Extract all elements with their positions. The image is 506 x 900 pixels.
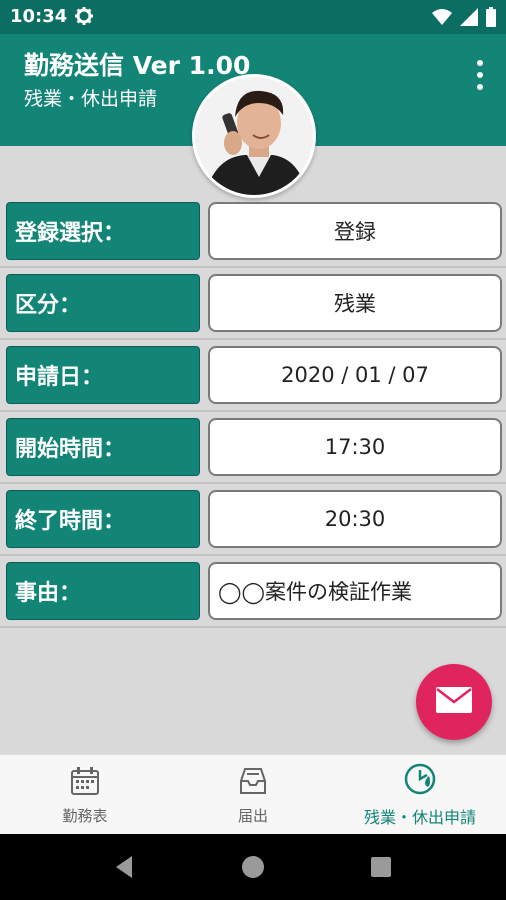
nav-label: 届出 — [237, 806, 268, 825]
row-label: 区分： — [6, 274, 200, 332]
row-start-time: 開始時間： 17:30 — [0, 412, 506, 484]
status-time: 10:34 — [10, 6, 68, 27]
bottom-navigation: 勤務表 届出 残業・休出申請 — [0, 754, 506, 834]
row-label: 終了時間： — [6, 490, 200, 548]
row-reason: 事由： ◯◯案件の検証作業 — [0, 556, 506, 628]
avatar — [192, 74, 316, 198]
gear-icon — [74, 6, 94, 26]
home-icon[interactable] — [238, 852, 268, 882]
registration-select-field[interactable]: 登録 — [208, 202, 502, 260]
row-label: 申請日： — [6, 346, 200, 404]
back-icon[interactable] — [110, 852, 140, 882]
status-bar: 10:34 — [0, 0, 506, 34]
reason-field[interactable]: ◯◯案件の検証作業 — [208, 562, 502, 620]
send-mail-button[interactable] — [416, 664, 492, 740]
calendar-icon — [69, 765, 101, 801]
recents-icon[interactable] — [366, 852, 396, 882]
nav-item-overtime-request[interactable]: 残業・休出申請 — [340, 755, 500, 835]
row-category: 区分： 残業 — [0, 268, 506, 340]
app-title: 勤務送信 Ver 1.00 — [24, 51, 251, 80]
inbox-icon — [237, 765, 269, 801]
start-time-field[interactable]: 17:30 — [208, 418, 502, 476]
signal-icon — [460, 8, 478, 30]
nav-item-timesheet[interactable]: 勤務表 — [30, 755, 140, 835]
end-time-field[interactable]: 20:30 — [208, 490, 502, 548]
clock-icon — [403, 762, 437, 800]
row-label: 開始時間： — [6, 418, 200, 476]
app-subtitle: 残業・休出申請 — [24, 88, 158, 110]
battery-icon — [486, 7, 496, 31]
nav-item-notification[interactable]: 届出 — [198, 755, 308, 835]
row-end-time: 終了時間： 20:30 — [0, 484, 506, 556]
system-navigation-bar — [0, 834, 506, 900]
nav-label: 勤務表 — [62, 806, 108, 825]
row-label: 事由： — [6, 562, 200, 620]
wifi-icon — [432, 8, 452, 30]
mail-icon — [436, 687, 472, 717]
row-registration-select: 登録選択： 登録 — [0, 196, 506, 268]
row-application-date: 申請日： 2020 / 01 / 07 — [0, 340, 506, 412]
nav-label: 残業・休出申請 — [363, 808, 476, 827]
more-vert-icon[interactable] — [474, 60, 486, 90]
row-label: 登録選択： — [6, 202, 200, 260]
category-field[interactable]: 残業 — [208, 274, 502, 332]
application-date-field[interactable]: 2020 / 01 / 07 — [208, 346, 502, 404]
